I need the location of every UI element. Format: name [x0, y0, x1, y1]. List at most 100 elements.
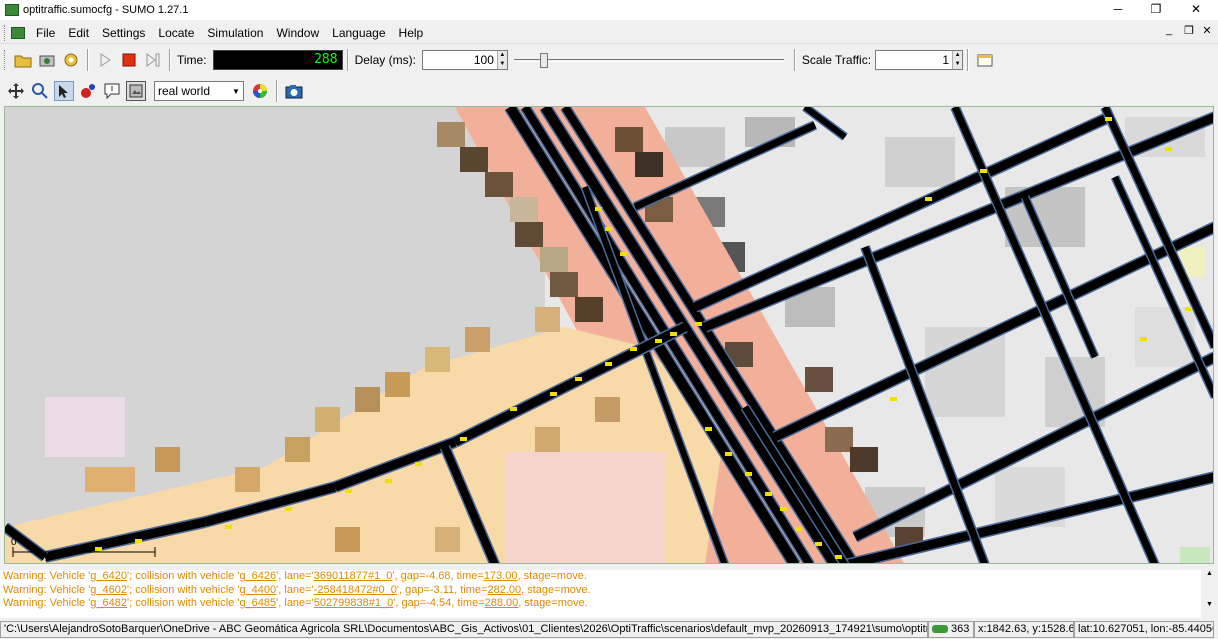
delay-value[interactable]: 100 — [423, 53, 497, 67]
vehicle-marker[interactable] — [725, 452, 732, 456]
maximize-button[interactable]: ❐ — [1136, 0, 1176, 20]
message-link[interactable]: g_6420 — [90, 570, 127, 582]
message-text: , stage=move. — [518, 597, 588, 609]
vehicle-marker[interactable] — [510, 407, 517, 411]
menu-window[interactable]: Window — [271, 26, 327, 40]
mdi-restore-button[interactable]: ❐ — [1180, 24, 1198, 37]
tooltip-icon[interactable] — [102, 81, 122, 101]
vehicle-marker[interactable] — [780, 507, 787, 511]
message-text: ', lane=' — [276, 597, 314, 609]
vehicle-marker[interactable] — [620, 252, 627, 256]
vehicle-marker[interactable] — [135, 539, 142, 543]
close-button[interactable]: ✕ — [1176, 0, 1216, 20]
vehicle-marker[interactable] — [630, 347, 637, 351]
menu-simulation[interactable]: Simulation — [202, 26, 271, 40]
message-link[interactable]: g_6426 — [239, 570, 276, 582]
zoom-icon[interactable] — [30, 81, 50, 101]
scroll-up-icon[interactable]: ▲ — [1201, 570, 1218, 577]
scroll-down-icon[interactable]: ▼ — [1201, 601, 1218, 608]
vehicle-marker[interactable] — [575, 377, 582, 381]
menu-language[interactable]: Language — [327, 26, 393, 40]
message-scrollbar[interactable]: ▲ ▼ — [1201, 570, 1218, 618]
open-folder-icon[interactable] — [13, 50, 33, 70]
vehicle-marker[interactable] — [670, 332, 677, 336]
locate-junction-icon[interactable] — [78, 81, 98, 101]
toolbar-separator — [967, 49, 970, 71]
recenter-view-icon[interactable] — [6, 81, 26, 101]
toolbar-grip[interactable] — [4, 50, 7, 70]
vehicle-icon — [932, 625, 948, 634]
vehicle-marker[interactable] — [225, 525, 232, 529]
run-icon[interactable] — [95, 50, 115, 70]
vehicle-marker[interactable] — [605, 227, 612, 231]
message-link[interactable]: g_4602 — [90, 584, 127, 596]
network-map[interactable]: 0 — [5, 107, 1214, 564]
stop-icon[interactable] — [119, 50, 139, 70]
message-link[interactable]: -258418472#0_0 — [314, 584, 397, 596]
toolbar-separator — [793, 49, 796, 71]
menu-file[interactable]: File — [31, 26, 63, 40]
mdi-minimize-button[interactable]: _ — [1160, 24, 1178, 36]
delay-slider[interactable] — [513, 50, 784, 70]
vehicle-marker[interactable] — [925, 197, 932, 201]
select-mode-icon[interactable] — [54, 81, 74, 101]
menu-edit[interactable]: Edit — [63, 26, 97, 40]
chevron-down-icon[interactable]: ▼ — [229, 87, 243, 96]
slider-thumb[interactable] — [540, 53, 549, 68]
message-link[interactable]: 282.00 — [487, 584, 521, 596]
vehicle-marker[interactable] — [655, 339, 662, 343]
vehicle-marker[interactable] — [595, 207, 602, 211]
vehicle-marker[interactable] — [815, 542, 822, 546]
vehicle-marker[interactable] — [835, 555, 842, 559]
color-wheel-icon[interactable] — [250, 81, 270, 101]
vehicle-marker[interactable] — [745, 472, 752, 476]
message-link[interactable]: 369011877#1_0 — [314, 570, 393, 582]
vehicle-marker[interactable] — [890, 397, 897, 401]
minimize-button[interactable]: ─ — [1098, 0, 1138, 20]
message-link[interactable]: 502799838#1_0 — [314, 597, 394, 609]
vehicle-marker[interactable] — [1185, 307, 1192, 311]
reload-icon[interactable] — [61, 50, 81, 70]
screenshot-camera-icon[interactable] — [284, 81, 304, 101]
vehicle-marker[interactable] — [345, 489, 352, 493]
color-scheme-select[interactable]: real world ▼ — [154, 81, 244, 101]
warning-message: Warning: Vehicle 'g_6482'; collision wit… — [3, 597, 1218, 611]
mdi-close-button[interactable]: ✕ — [1198, 24, 1216, 37]
menu-help[interactable]: Help — [394, 26, 432, 40]
scale-traffic-value[interactable]: 1 — [876, 53, 952, 67]
mdi-window-icon[interactable] — [11, 26, 25, 39]
vehicle-marker[interactable] — [95, 547, 102, 551]
vehicle-marker[interactable] — [705, 427, 712, 431]
edit-visualization-icon[interactable] — [126, 81, 146, 101]
vehicle-marker[interactable] — [795, 527, 802, 531]
spinner-arrows-icon[interactable]: ▲ ▼ — [952, 51, 963, 69]
vehicle-marker[interactable] — [1105, 117, 1112, 121]
message-link[interactable]: 173.00 — [484, 570, 518, 582]
vehicle-marker[interactable] — [980, 169, 987, 173]
vehicle-marker[interactable] — [285, 507, 292, 511]
open-network-icon[interactable] — [37, 50, 57, 70]
vehicle-marker[interactable] — [460, 437, 467, 441]
menu-locate[interactable]: Locate — [153, 26, 202, 40]
vehicle-marker[interactable] — [385, 479, 392, 483]
vehicle-marker[interactable] — [415, 462, 422, 466]
vehicle-marker[interactable] — [605, 362, 612, 366]
message-link[interactable]: 288.00 — [485, 597, 519, 609]
vehicle-marker[interactable] — [1140, 337, 1147, 341]
step-icon[interactable] — [143, 50, 163, 70]
message-link[interactable]: g_4400 — [239, 584, 276, 596]
delay-spinner[interactable]: 100 ▲ ▼ — [421, 50, 508, 70]
vehicle-marker[interactable] — [695, 322, 702, 326]
network-view-canvas[interactable]: 0 — [4, 106, 1214, 564]
vehicle-marker[interactable] — [765, 492, 772, 496]
scale-traffic-spinner[interactable]: 1 ▲ ▼ — [875, 50, 964, 70]
message-link[interactable]: g_6485 — [239, 597, 276, 609]
new-view-icon[interactable] — [975, 50, 995, 70]
message-link[interactable]: g_6482 — [90, 597, 127, 609]
vehicle-marker[interactable] — [1165, 147, 1172, 151]
message-text: Warning: Vehicle ' — [3, 570, 91, 582]
toolbar-grip[interactable] — [4, 24, 7, 41]
spinner-arrows-icon[interactable]: ▲ ▼ — [496, 51, 507, 69]
menu-settings[interactable]: Settings — [97, 26, 153, 40]
vehicle-marker[interactable] — [550, 392, 557, 396]
